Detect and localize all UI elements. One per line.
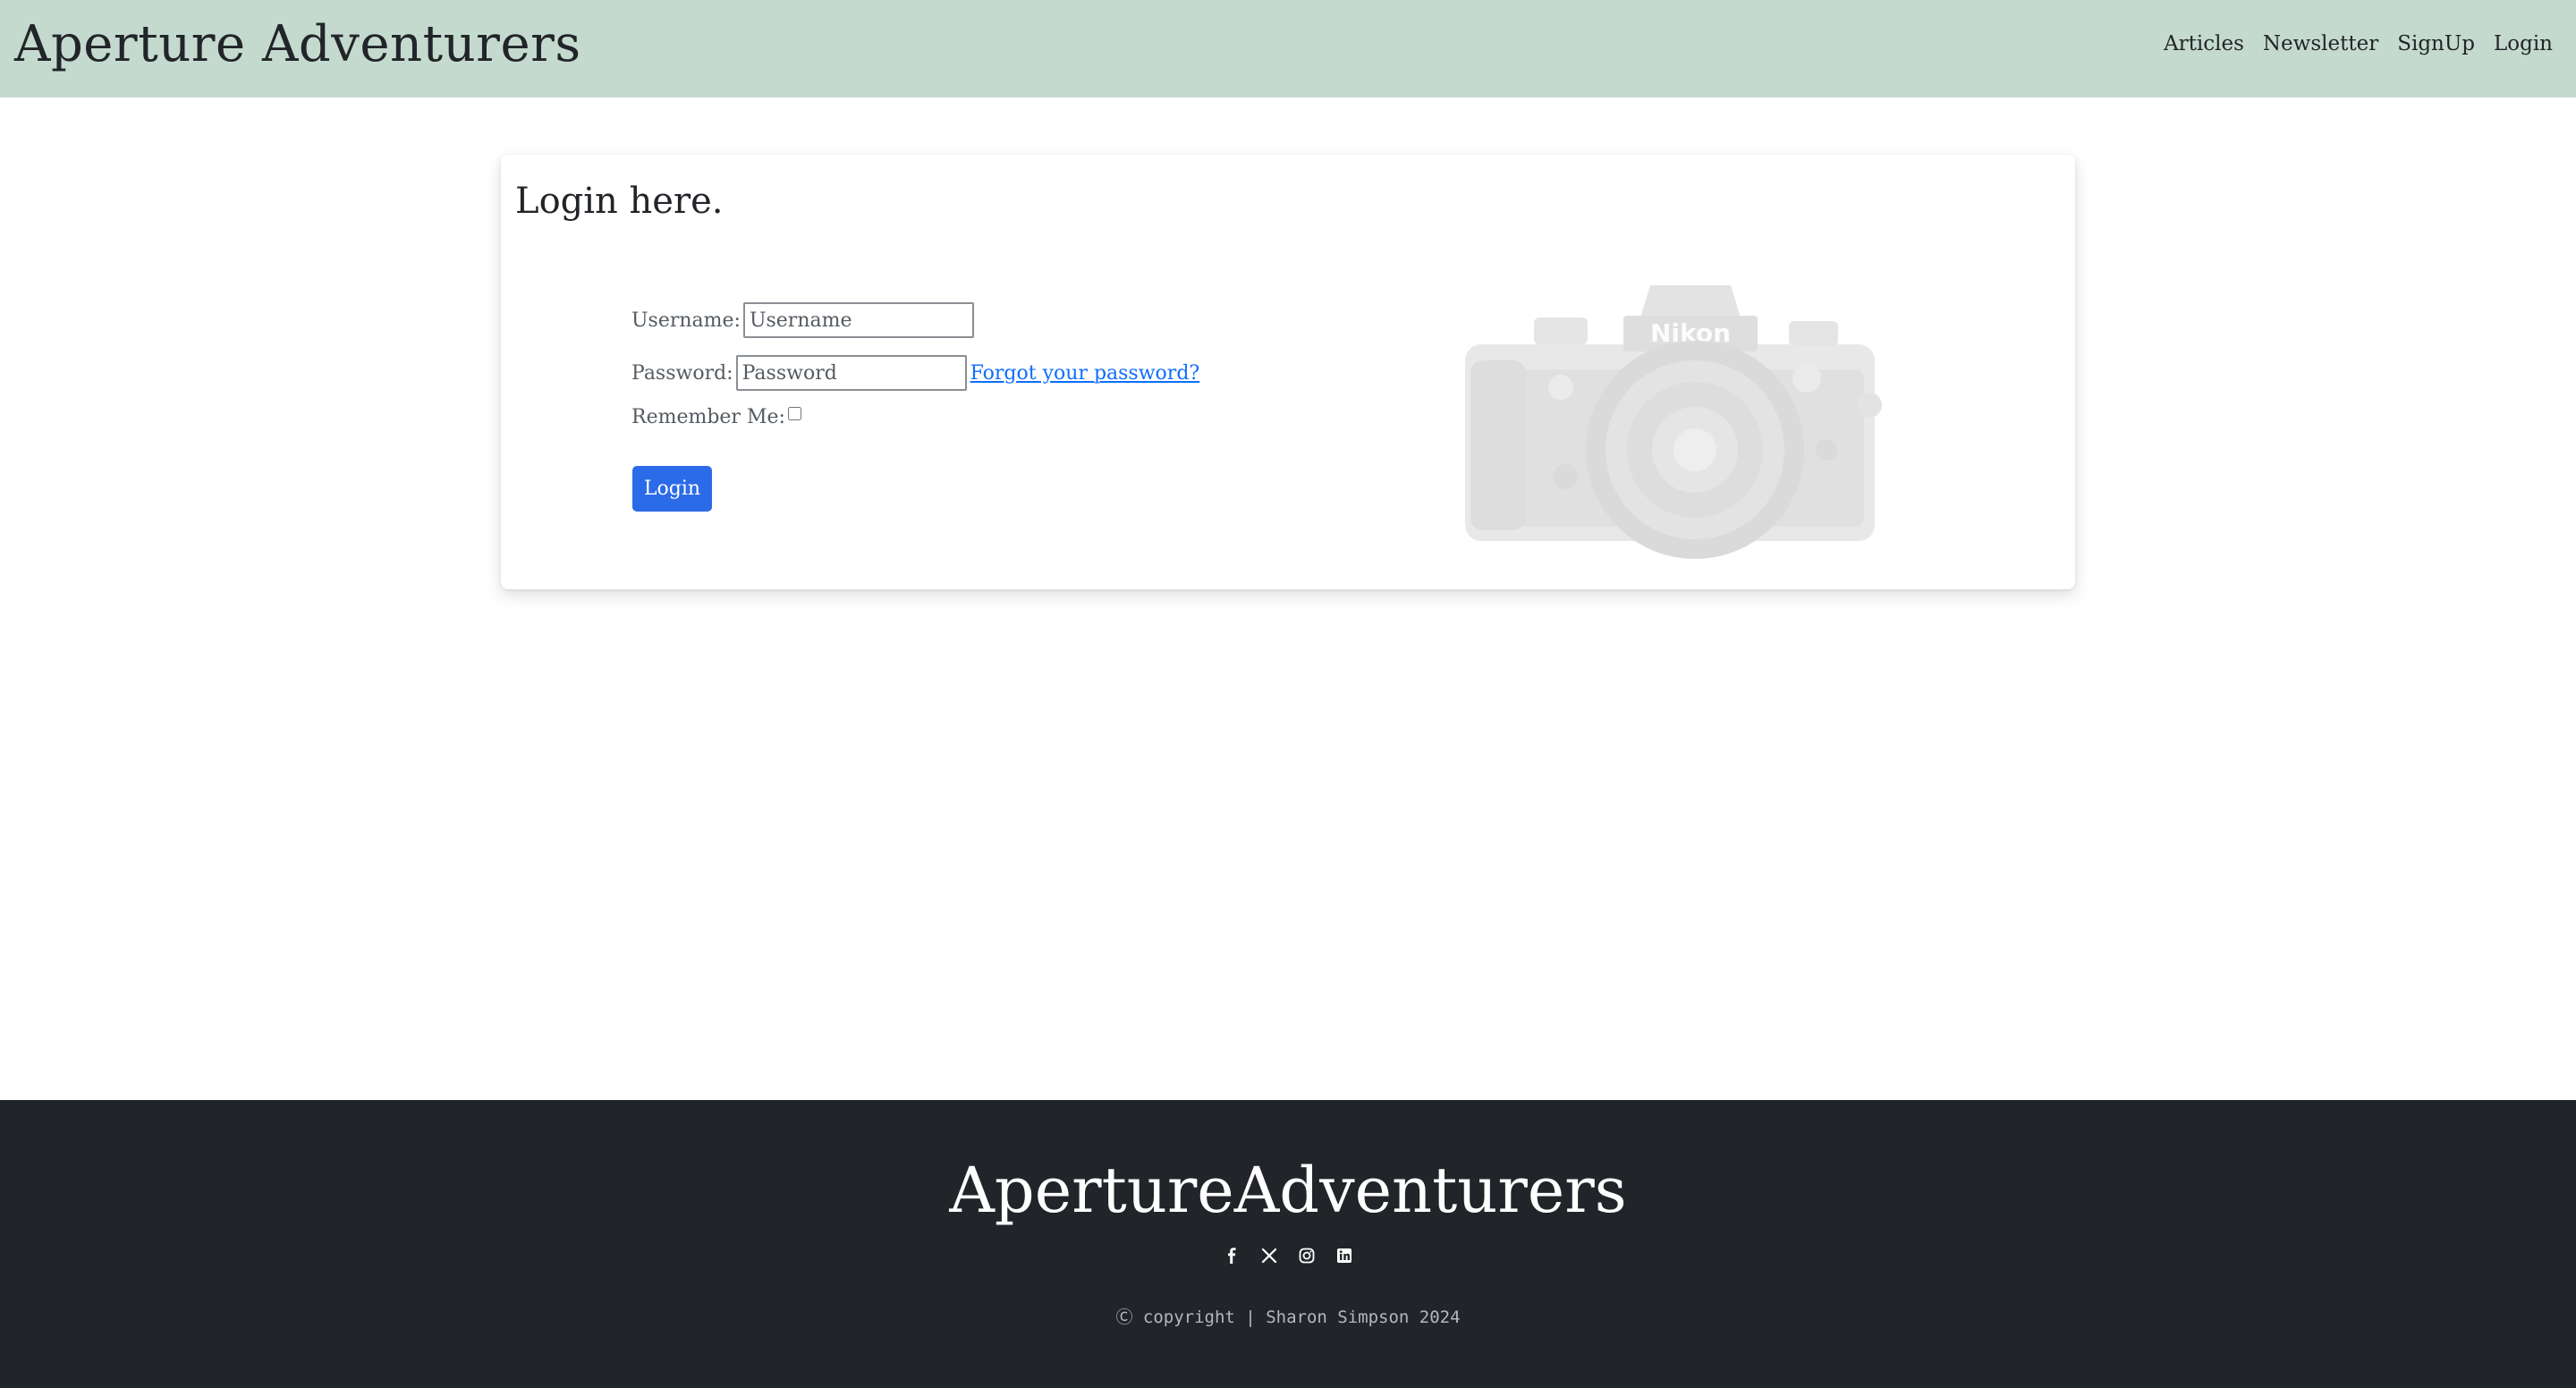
login-button[interactable]: Login (632, 466, 712, 512)
forgot-password-link[interactable]: Forgot your password? (970, 362, 1200, 385)
copyright-text: Ⓒ copyright | Sharon Simpson 2024 (0, 1304, 2576, 1328)
facebook-icon[interactable] (1223, 1247, 1241, 1265)
remember-row: Remember Me: (631, 406, 801, 428)
social-links (0, 1247, 2576, 1265)
password-row: Password: Forgot your password? (631, 355, 1199, 391)
remember-me-label: Remember Me: (631, 406, 785, 428)
remember-me-checkbox[interactable] (787, 407, 801, 420)
footer-brand: ApertureAdventurers (949, 1154, 1627, 1227)
password-input[interactable] (735, 355, 967, 391)
site-footer: ApertureAdventurers Ⓒ copyright | Sharon… (0, 1100, 2576, 1388)
nav-articles-link[interactable]: Articles (2164, 29, 2244, 59)
x-icon[interactable] (1260, 1247, 1278, 1265)
main-nav: Articles Newsletter SignUp Login (2145, 29, 2553, 59)
nav-newsletter-link[interactable]: Newsletter (2263, 29, 2378, 59)
username-input[interactable] (742, 302, 974, 338)
copyright-icon: Ⓒ (1115, 1308, 1133, 1327)
username-row: Username: (631, 302, 974, 338)
login-card: Login here. Username: Password: Forgot y… (501, 155, 2075, 589)
password-label: Password: (631, 361, 733, 385)
nav-signup-link[interactable]: SignUp (2397, 29, 2475, 59)
top-navbar: Aperture Adventurers Articles Newsletter… (0, 0, 2576, 97)
site-brand[interactable]: Aperture Adventurers (14, 11, 581, 79)
instagram-icon[interactable] (1298, 1247, 1316, 1265)
username-label: Username: (631, 309, 741, 332)
nav-login-link[interactable]: Login (2494, 29, 2553, 59)
page-title: Login here. (515, 181, 724, 222)
linkedin-icon[interactable] (1335, 1247, 1353, 1265)
copyright-label: copyright | Sharon Simpson 2024 (1142, 1308, 1461, 1327)
camera-image: Nikon (1465, 285, 1882, 559)
